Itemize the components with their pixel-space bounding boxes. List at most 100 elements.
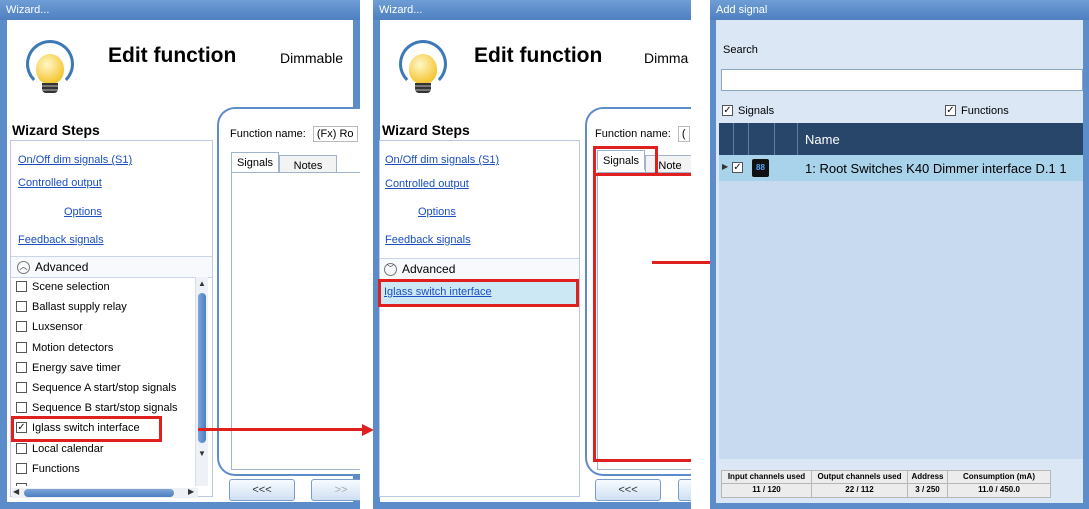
- checkbox[interactable]: [16, 462, 27, 474]
- scroll-down-icon[interactable]: ▼: [198, 449, 206, 458]
- scroll-thumb-horizontal[interactable]: [24, 489, 174, 497]
- step-feedback-signals[interactable]: Feedback signals: [385, 234, 471, 246]
- next-button[interactable]: >>: [311, 479, 360, 501]
- status-header-address: Address: [908, 471, 947, 484]
- checkbox[interactable]: [16, 321, 27, 333]
- advanced-header[interactable]: ︿ Advanced: [11, 256, 212, 278]
- checkbox[interactable]: [16, 382, 27, 393]
- function-type: Dimmable: [280, 50, 344, 66]
- lightbulb-icon: [26, 40, 78, 93]
- window-title: Wizard...: [0, 0, 360, 20]
- checkbox-label: Motion detectors: [32, 341, 114, 354]
- highlight-signals-list-left: [593, 146, 596, 462]
- status-header-consumption: Consumption (mA): [948, 471, 1050, 484]
- status-value-address: 3 / 250: [915, 485, 940, 494]
- step-controlled-output[interactable]: Controlled output: [385, 178, 469, 190]
- wizard-window-1: Wizard... Edit function Dimmable Wizard …: [0, 0, 360, 509]
- checkbox[interactable]: [16, 442, 27, 454]
- status-value-input: 11 / 120: [752, 485, 781, 494]
- page-title: Edit function: [474, 44, 603, 67]
- lightbulb-icon: [399, 40, 451, 93]
- wizard-steps-panel: [379, 140, 580, 497]
- checkbox-row[interactable]: Scene selection: [16, 281, 110, 293]
- checkbox-row[interactable]: Sequence B start/stop signals: [16, 402, 178, 414]
- checkbox-row-partial[interactable]: [16, 483, 32, 486]
- checkbox-row[interactable]: Functions: [16, 462, 80, 475]
- advanced-header[interactable]: ﹀ Advanced: [380, 258, 579, 280]
- search-label: Search: [723, 44, 758, 56]
- back-button[interactable]: <<<: [595, 479, 661, 501]
- function-name-label: Function name:: [595, 128, 671, 140]
- checkbox-row[interactable]: Ballast supply relay: [16, 301, 127, 313]
- row-name: 1: Root Switches K40 Dimmer interface D.…: [805, 161, 1067, 176]
- signals-list[interactable]: [231, 172, 360, 470]
- column-name[interactable]: Name: [805, 132, 840, 147]
- expand-arrow-icon[interactable]: ▶: [722, 162, 728, 171]
- back-button[interactable]: <<<: [229, 479, 295, 501]
- scroll-left-icon[interactable]: ◀: [13, 487, 19, 496]
- highlight-iglass-step: [378, 279, 579, 307]
- function-name-input[interactable]: (Fx) Ro: [312, 126, 358, 142]
- scroll-up-icon[interactable]: ▲: [198, 279, 206, 288]
- signals-list[interactable]: [597, 172, 691, 470]
- checkbox-label: Functions: [32, 462, 80, 475]
- checkbox-label: Luxsensor: [32, 321, 83, 334]
- step-feedback-signals[interactable]: Feedback signals: [18, 234, 104, 246]
- status-value-consumption: 11.0 / 450.0: [978, 485, 1020, 494]
- status-bar: Input channels used 11 / 120 Output chan…: [721, 470, 1051, 498]
- checkbox-row[interactable]: Luxsensor: [16, 321, 83, 333]
- step-on-off-dim-signals[interactable]: On/Off dim signals (S1): [18, 154, 132, 166]
- filter-signals-checkbox[interactable]: Signals: [722, 105, 774, 117]
- checkbox-row[interactable]: Motion detectors: [16, 341, 114, 354]
- wizard-steps-title: Wizard Steps: [12, 122, 100, 138]
- row-checkbox[interactable]: [732, 160, 748, 174]
- step-options[interactable]: Options: [418, 206, 456, 218]
- next-button[interactable]: [678, 479, 691, 501]
- window-title: Wizard...: [373, 0, 691, 20]
- highlight-iglass-checkbox: [11, 416, 162, 442]
- tab-signals[interactable]: Signals: [231, 152, 279, 172]
- checkbox-row[interactable]: Energy save timer: [16, 361, 121, 374]
- scroll-thumb[interactable]: [198, 293, 206, 443]
- checkbox-label: Ballast supply relay: [32, 301, 127, 314]
- advanced-label: Advanced: [35, 260, 89, 274]
- checkbox-label: Sequence A start/stop signals: [32, 382, 177, 394]
- device-icon: 88: [752, 159, 769, 177]
- highlight-signals-list-bottom: [593, 459, 691, 462]
- filter-functions-label: Functions: [961, 105, 1009, 117]
- filter-signals-label: Signals: [738, 105, 775, 117]
- signals-area: Function name: (Fx) Ro Signals Notes: [217, 107, 360, 476]
- checkbox[interactable]: [16, 361, 27, 373]
- checkbox[interactable]: [16, 281, 27, 292]
- status-header-output: Output channels used: [812, 471, 907, 484]
- checkbox[interactable]: [16, 483, 27, 486]
- arrow-1: [198, 428, 364, 431]
- window-title: Add signal: [710, 0, 1089, 20]
- filter-functions-checkbox[interactable]: Functions: [945, 105, 1009, 117]
- function-name-label: Function name:: [230, 128, 306, 140]
- checkbox-row[interactable]: Sequence A start/stop signals: [16, 382, 176, 394]
- checkbox-label: Sequence B start/stop signals: [32, 402, 178, 415]
- status-header-input: Input channels used: [722, 471, 811, 484]
- function-type: Dimma: [644, 50, 689, 66]
- chevron-up-icon: ︿: [17, 261, 30, 275]
- table-row[interactable]: ▶ 88 1: Root Switches K40 Dimmer interfa…: [719, 155, 1083, 181]
- checkbox-label: Local calendar: [32, 442, 104, 455]
- add-signal-window: Add signal Search Signals Functions Name…: [710, 0, 1089, 509]
- scroll-right-icon[interactable]: ▶: [188, 487, 194, 496]
- step-on-off-dim-signals[interactable]: On/Off dim signals (S1): [385, 154, 499, 166]
- horizontal-scrollbar[interactable]: ◀ ▶: [12, 487, 198, 498]
- checkbox[interactable]: [16, 402, 27, 414]
- device-badge: 88: [756, 163, 765, 172]
- vertical-scrollbar[interactable]: ▲ ▼: [195, 277, 208, 486]
- step-controlled-output[interactable]: Controlled output: [18, 177, 102, 189]
- checkbox[interactable]: [16, 341, 27, 353]
- search-input[interactable]: [721, 69, 1083, 91]
- step-options[interactable]: Options: [64, 206, 102, 218]
- checkbox-row[interactable]: Local calendar: [16, 442, 104, 455]
- checkbox[interactable]: [16, 301, 27, 313]
- highlight-signals-tab-right: [655, 146, 658, 176]
- function-name-input[interactable]: (: [677, 126, 690, 142]
- highlight-signals-tab-top: [593, 146, 657, 149]
- signals-grid: Name ▶ 88 1: Root Switches K40 Dimmer in…: [719, 123, 1083, 459]
